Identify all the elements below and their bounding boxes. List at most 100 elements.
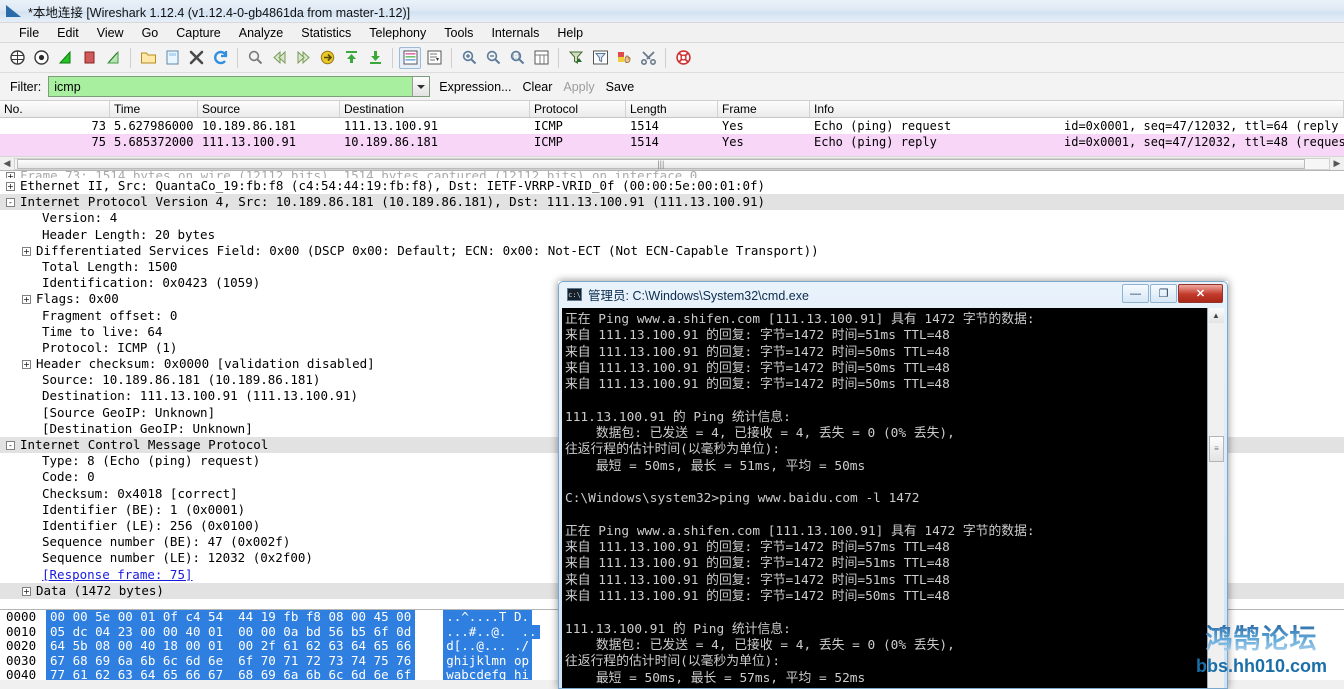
detail-row-label: Header Length: 20 bytes (42, 226, 216, 242)
detail-row[interactable]: + Differentiated Services Field: 0x00 (DS… (0, 243, 1344, 259)
go-to-last-icon[interactable] (364, 47, 386, 69)
column-header-protocol[interactable]: Protocol (530, 101, 626, 117)
column-header-no[interactable]: No. (0, 101, 110, 117)
help-icon[interactable] (672, 47, 694, 69)
cmd-vertical-scrollbar[interactable]: ▲ ≡ (1207, 308, 1224, 688)
scroll-up-icon[interactable]: ▲ (1208, 308, 1224, 323)
hscroll-thumb[interactable]: ||| (17, 158, 1305, 169)
minimize-icon[interactable]: — (1122, 284, 1149, 303)
display-filters-icon[interactable] (589, 47, 611, 69)
detail-row[interactable]: - Internet Protocol Version 4, Src: 10.18… (0, 194, 1344, 211)
menu-capture[interactable]: Capture (167, 24, 229, 42)
expand-icon[interactable]: + (6, 182, 15, 191)
cell-protocol: ICMP (534, 119, 563, 133)
zoom-out-icon[interactable] (482, 47, 504, 69)
expand-icon[interactable]: + (22, 295, 31, 305)
detail-row[interactable]: Header Length: 20 bytes (0, 227, 1344, 243)
hex-offset: 0000 (6, 609, 37, 624)
detail-row-label: Header checksum: 0x0000 [validation disa… (36, 356, 375, 372)
toolbar-separator (237, 47, 238, 68)
colorize-packets-icon[interactable] (399, 46, 421, 69)
menu-go[interactable]: Go (133, 24, 168, 42)
wireshark-titlebar: *本地连接 [Wireshark 1.12.4 (v1.12.4-0-gb486… (0, 0, 1344, 22)
column-header-time[interactable]: Time (110, 101, 198, 117)
filter-input-wrapper[interactable] (48, 76, 431, 97)
filter-clear-button[interactable]: Clear (521, 79, 555, 95)
menu-internals[interactable]: Internals (482, 24, 548, 42)
hex-gap (415, 668, 433, 680)
hex-gap (415, 625, 433, 640)
expand-icon[interactable]: + (22, 360, 31, 370)
expand-icon[interactable]: + (6, 172, 15, 178)
table-row[interactable]: 75 5.685372000 111.13.100.91 10.189.86.1… (0, 134, 1344, 150)
menu-help[interactable]: Help (548, 24, 592, 42)
column-header-source[interactable]: Source (198, 101, 340, 117)
close-icon[interactable]: ✕ (1178, 284, 1223, 303)
cmd-console-window[interactable]: c:\ 管理员: C:\Windows\System32\cmd.exe — ❐… (558, 281, 1228, 689)
packet-list-hscrollbar[interactable]: ◀ ||| ▶ (0, 156, 1344, 170)
filter-input[interactable] (49, 78, 413, 95)
menu-analyze[interactable]: Analyze (230, 24, 292, 42)
column-header-frame[interactable]: Frame (718, 101, 810, 117)
save-file-icon[interactable] (161, 47, 183, 69)
column-header-length[interactable]: Length (626, 101, 718, 117)
filter-expression-button[interactable]: Expression... (437, 79, 513, 95)
main-toolbar: 1:1 (0, 43, 1344, 73)
zoom-in-icon[interactable] (458, 47, 480, 69)
column-header-info[interactable]: Info (810, 101, 1344, 117)
hscroll-track[interactable]: ||| (14, 157, 1330, 170)
cell-frame: Yes (722, 119, 744, 133)
detail-row[interactable]: + Frame 73: 1514 bytes on wire (12112 bit… (0, 171, 1344, 178)
go-to-packet-icon[interactable] (316, 47, 338, 69)
coloring-rules-icon[interactable] (613, 47, 635, 69)
menu-view[interactable]: View (88, 24, 133, 42)
menu-statistics[interactable]: Statistics (292, 24, 360, 42)
filter-apply-button[interactable]: Apply (561, 79, 596, 95)
cmd-scroll-thumb[interactable]: ≡ (1209, 436, 1224, 462)
go-to-first-icon[interactable] (340, 47, 362, 69)
detail-row[interactable]: Total Length: 1500 (0, 259, 1344, 275)
cell-source: 111.13.100.91 (202, 135, 296, 149)
preferences-icon[interactable] (637, 47, 659, 69)
toolbar-separator (130, 47, 131, 68)
resize-columns-icon[interactable] (530, 47, 552, 69)
capture-filters-icon[interactable] (565, 47, 587, 69)
cell-protocol: ICMP (534, 135, 563, 149)
detail-row[interactable]: Version: 4 (0, 210, 1344, 226)
scroll-right-icon[interactable]: ▶ (1330, 158, 1344, 169)
filter-save-button[interactable]: Save (604, 79, 637, 95)
restart-capture-icon[interactable] (102, 47, 124, 69)
go-back-icon[interactable] (268, 47, 290, 69)
collapse-icon[interactable]: - (6, 441, 15, 450)
expand-icon[interactable]: + (22, 586, 31, 596)
expand-icon[interactable]: + (22, 246, 31, 256)
menu-telephony[interactable]: Telephony (360, 24, 435, 42)
filter-dropdown-button[interactable] (412, 77, 430, 96)
capture-options-icon[interactable] (30, 47, 52, 69)
menu-file[interactable]: File (10, 24, 48, 42)
cmd-titlebar[interactable]: c:\ 管理员: C:\Windows\System32\cmd.exe — ❐… (559, 282, 1227, 307)
menu-edit[interactable]: Edit (48, 24, 88, 42)
detail-row-label: Protocol: ICMP (1) (42, 339, 178, 355)
column-header-destination[interactable]: Destination (340, 101, 530, 117)
maximize-icon[interactable]: ❐ (1150, 284, 1177, 303)
detail-row[interactable]: + Ethernet II, Src: QuantaCo_19:fb:f8 (c4… (0, 178, 1344, 194)
start-capture-icon[interactable] (54, 47, 76, 69)
open-file-icon[interactable] (137, 47, 159, 69)
cmd-window-frame: c:\ 管理员: C:\Windows\System32\cmd.exe — ❐… (558, 281, 1228, 689)
scroll-left-icon[interactable]: ◀ (0, 158, 14, 169)
console-output: 正在 Ping www.a.shifen.com [111.13.100.91]… (565, 312, 1035, 686)
menu-tools[interactable]: Tools (435, 24, 482, 42)
close-file-icon[interactable] (185, 47, 207, 69)
interfaces-icon[interactable] (6, 47, 28, 69)
zoom-reset-icon[interactable]: 1:1 (506, 47, 528, 69)
find-packet-icon[interactable] (244, 47, 266, 69)
hex-bytes: 00 00 5e 00 01 0f c4 54 44 19 fb f8 08 0… (46, 610, 416, 625)
stop-capture-icon[interactable] (78, 47, 100, 69)
go-forward-icon[interactable] (292, 47, 314, 69)
table-row[interactable]: 73 5.627986000 10.189.86.181 111.13.100.… (0, 118, 1344, 134)
cmd-console-body: 正在 Ping www.a.shifen.com [111.13.100.91]… (562, 308, 1224, 688)
auto-scroll-icon[interactable] (423, 47, 445, 69)
collapse-icon[interactable]: - (6, 198, 15, 208)
reload-file-icon[interactable] (209, 47, 231, 69)
